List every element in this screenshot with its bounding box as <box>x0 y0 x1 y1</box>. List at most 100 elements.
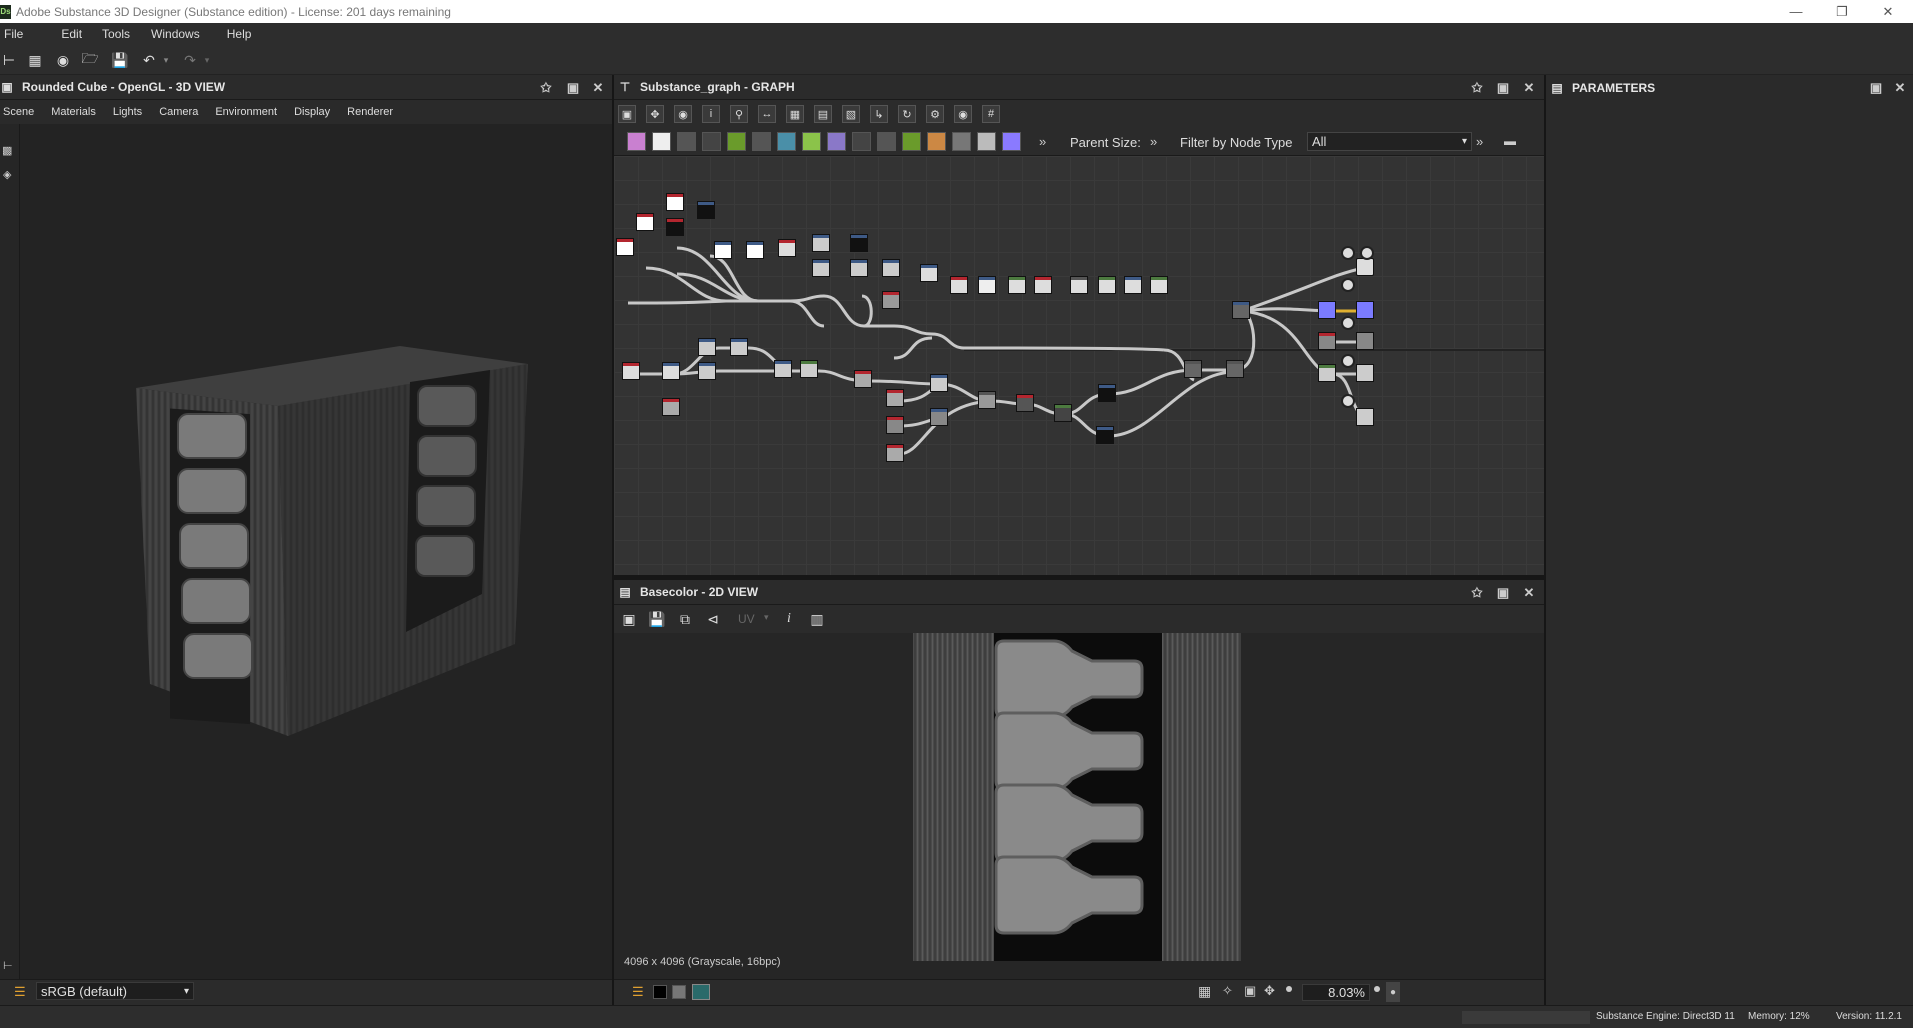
layers-icon[interactable]: ☰ <box>14 984 30 1000</box>
random-node-icon[interactable] <box>702 132 721 151</box>
pan-icon[interactable]: ✥ <box>646 105 664 123</box>
graph-node[interactable] <box>778 239 796 257</box>
web-share-icon[interactable]: ◉ <box>54 51 72 69</box>
graph-node[interactable] <box>1318 364 1336 382</box>
menu-file[interactable]: File <box>0 27 32 41</box>
menu-renderer[interactable]: Renderer <box>347 106 393 118</box>
output-node[interactable] <box>1356 301 1374 319</box>
menu-camera[interactable]: Camera <box>159 106 198 118</box>
uv-toggle[interactable]: UV <box>738 612 755 626</box>
3d-viewport[interactable] <box>20 124 612 979</box>
output-node[interactable] <box>1356 408 1374 426</box>
2d-viewport[interactable]: 4096 x 4096 (Grayscale, 16bpc) <box>614 633 1544 979</box>
frame-all-icon[interactable]: ▣ <box>618 105 636 123</box>
menu-edit[interactable]: Edit <box>57 27 91 41</box>
grid-snap-icon[interactable]: # <box>982 105 1000 123</box>
transform-node-icon[interactable] <box>777 132 796 151</box>
graph-node[interactable] <box>1318 332 1336 350</box>
restore-icon[interactable]: ❐ <box>1819 0 1865 23</box>
refresh-icon[interactable]: ↻ <box>898 105 916 123</box>
close-panel-icon[interactable]: ✕ <box>590 80 606 96</box>
layers-icon[interactable]: ☰ <box>632 984 644 1000</box>
redo-dropdown-icon[interactable]: ▾ <box>198 51 216 69</box>
bitmap-node-icon[interactable] <box>627 132 646 151</box>
pin-icon[interactable]: ✩ <box>1469 585 1485 601</box>
graph-node[interactable] <box>800 360 818 378</box>
uv-dropdown-icon[interactable]: ▾ <box>764 612 769 623</box>
graph-options-icon[interactable]: ▬ <box>1504 134 1528 148</box>
blend-node-icon[interactable] <box>877 132 896 151</box>
camera-icon[interactable]: ◉ <box>954 105 972 123</box>
tile-icon[interactable]: ✧ <box>1222 983 1233 999</box>
graph-node[interactable] <box>1318 301 1336 319</box>
graph-node[interactable] <box>1008 276 1026 294</box>
align-icon[interactable]: ▦ <box>786 105 804 123</box>
graph-node[interactable] <box>886 389 904 407</box>
graph-node[interactable] <box>812 259 830 277</box>
maximize-panel-icon[interactable]: ▣ <box>565 80 581 96</box>
more-nodes-icon[interactable]: » <box>1039 134 1046 149</box>
maximize-panel-icon[interactable]: ▣ <box>1868 80 1884 96</box>
tile-node-icon[interactable] <box>852 132 871 151</box>
normal-node-icon[interactable] <box>952 132 971 151</box>
info-icon[interactable]: i <box>702 105 720 123</box>
close-panel-icon[interactable]: ✕ <box>1892 80 1908 96</box>
light-bulb-icon[interactable]: ◈ <box>3 168 17 182</box>
snapshot-icon[interactable]: ◉ <box>674 105 692 123</box>
graph-node[interactable] <box>1226 360 1244 378</box>
graph-node[interactable] <box>978 391 996 409</box>
menu-lights[interactable]: Lights <box>113 106 142 118</box>
blur-node-icon[interactable] <box>827 132 846 151</box>
fit-icon[interactable]: ▣ <box>1244 983 1256 999</box>
menu-help[interactable]: Help <box>223 27 261 41</box>
output-node[interactable] <box>1356 332 1374 350</box>
channel-display-icon[interactable] <box>692 984 710 1000</box>
info-icon[interactable]: i <box>780 610 798 628</box>
graph-node[interactable] <box>850 259 868 277</box>
maximize-panel-icon[interactable]: ▣ <box>1495 80 1511 96</box>
pin-icon[interactable]: ✩ <box>1469 80 1485 96</box>
tools-icon[interactable]: ⚙ <box>926 105 944 123</box>
graph-node[interactable] <box>1232 301 1250 319</box>
graph-node[interactable] <box>930 374 948 392</box>
graph-node[interactable] <box>698 362 716 380</box>
graph-node[interactable] <box>920 264 938 282</box>
histogram-icon[interactable]: ▥ <box>808 610 826 628</box>
connect-icon[interactable]: ↔ <box>758 105 776 123</box>
menu-scene[interactable]: Scene <box>3 106 34 118</box>
menu-environment[interactable]: Environment <box>215 106 277 118</box>
menu-tools[interactable]: Tools <box>98 27 139 41</box>
zoom-input[interactable]: 8.03% <box>1302 984 1370 1001</box>
graph-node[interactable] <box>622 362 640 380</box>
graph-node[interactable] <box>882 291 900 309</box>
black-background-icon[interactable] <box>653 985 667 999</box>
histogram-node-icon[interactable] <box>977 132 996 151</box>
maximize-panel-icon[interactable]: ▣ <box>1495 585 1511 601</box>
graph-node[interactable] <box>666 218 684 236</box>
graph-node[interactable] <box>882 259 900 277</box>
uniform-color-icon[interactable] <box>677 132 696 151</box>
graph-node[interactable] <box>886 416 904 434</box>
redo-icon[interactable]: ↷ <box>181 51 199 69</box>
fit-view-icon[interactable]: ▣ <box>620 610 638 628</box>
undo-dropdown-icon[interactable]: ▾ <box>157 51 175 69</box>
colorspace-select[interactable]: sRGB (default) ▾ <box>36 982 194 1000</box>
graph-node[interactable] <box>812 234 830 252</box>
graph-node[interactable] <box>714 241 732 259</box>
zoom-out-icon[interactable] <box>1286 986 1292 992</box>
open-folder-icon[interactable]: 🗁 <box>81 50 99 69</box>
gradient-node-icon[interactable] <box>802 132 821 151</box>
camera-icon[interactable]: ▩ <box>2 144 18 157</box>
graph-node[interactable] <box>636 213 654 231</box>
curve-node-icon[interactable] <box>727 132 746 151</box>
graph-node[interactable] <box>666 193 684 211</box>
frame-icon[interactable]: ▤ <box>814 105 832 123</box>
warp-node-icon[interactable] <box>927 132 946 151</box>
search-icon[interactable]: ⚲ <box>730 105 748 123</box>
new-graph-icon[interactable]: ⊢ <box>0 51 18 69</box>
graph-node[interactable] <box>1034 276 1052 294</box>
graph-node[interactable] <box>698 338 716 356</box>
minimize-icon[interactable]: — <box>1773 0 1819 23</box>
graph-node[interactable] <box>774 360 792 378</box>
save-icon[interactable]: 💾 <box>111 51 129 69</box>
